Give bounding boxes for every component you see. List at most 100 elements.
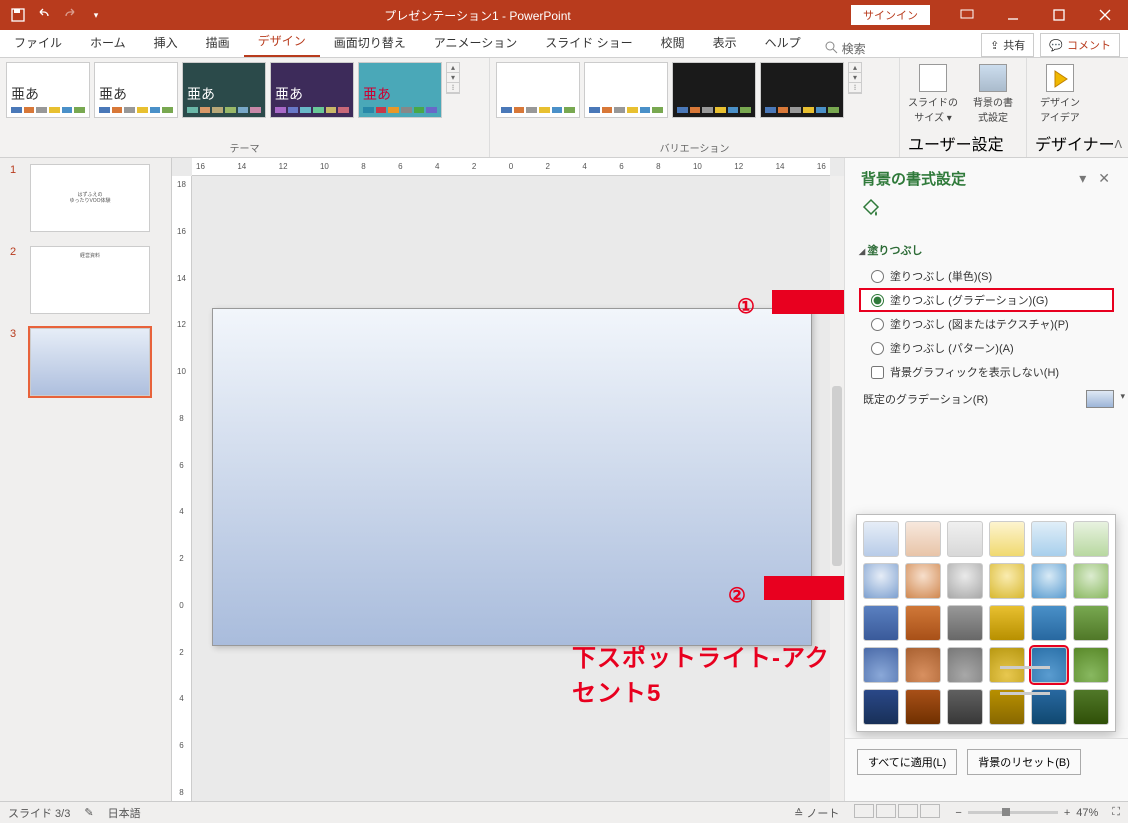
slide-thumb-1[interactable]: はずふえのゆったりVOO体験 (30, 164, 150, 232)
theme-thumb[interactable]: 亜あ (358, 62, 442, 118)
tab-draw[interactable]: 描画 (192, 28, 244, 57)
tab-file[interactable]: ファイル (0, 28, 76, 57)
gradient-preset[interactable] (1073, 563, 1109, 599)
undo-icon[interactable] (36, 7, 52, 23)
pane-close-icon[interactable]: ✕ (1092, 170, 1116, 187)
section-fill[interactable]: 塗りつぶし (859, 234, 1114, 264)
zoom-control[interactable]: − + 47% (955, 807, 1098, 819)
slide-size-button[interactable]: スライドの サイズ ▾ (908, 64, 958, 131)
spellcheck-icon[interactable]: ✎ (84, 806, 93, 819)
fit-window-icon[interactable]: ⛶ (1112, 806, 1120, 819)
variation-gallery-scroll[interactable]: ▴▾⁝ (848, 62, 862, 94)
gradient-preset[interactable] (1031, 605, 1067, 641)
gradient-preset[interactable] (905, 605, 941, 641)
radio-gradient[interactable]: 塗りつぶし (グラデーション)(G) (859, 288, 1114, 312)
format-background-button[interactable]: 背景の書 式設定 (968, 64, 1018, 131)
language-label[interactable]: 日本語 (108, 805, 141, 821)
gradient-preset[interactable] (989, 563, 1025, 599)
variation-thumb[interactable] (760, 62, 844, 118)
gradient-preset[interactable] (1031, 521, 1067, 557)
brightness-slider[interactable] (1000, 692, 1050, 695)
theme-thumb[interactable]: 亜あ (6, 62, 90, 118)
gradient-preset[interactable] (1073, 689, 1109, 725)
gradient-preset[interactable] (863, 689, 899, 725)
share-icon: ⇪ (990, 39, 999, 52)
gradient-preset[interactable] (989, 521, 1025, 557)
tab-transitions[interactable]: 画面切り替え (320, 28, 420, 57)
format-bg-icon (979, 64, 1007, 92)
group-label-themes: テーマ (6, 138, 483, 155)
gradient-preset[interactable] (947, 605, 983, 641)
fill-bucket-icon[interactable] (861, 197, 881, 217)
annotation-arrow-1 (772, 280, 844, 324)
pane-options-icon[interactable]: ▾ (1073, 170, 1092, 187)
tab-design[interactable]: デザイン (244, 26, 320, 57)
collapse-ribbon-icon[interactable]: ᐱ (1114, 138, 1122, 151)
qat-dropdown-icon[interactable]: ▾ (88, 7, 104, 23)
theme-thumb[interactable]: 亜あ (94, 62, 178, 118)
gradient-preset[interactable] (905, 521, 941, 557)
minimize-icon[interactable] (990, 0, 1036, 30)
save-icon[interactable] (10, 7, 26, 23)
variation-thumb[interactable] (584, 62, 668, 118)
tab-animations[interactable]: アニメーション (420, 28, 532, 57)
radio-solid[interactable]: 塗りつぶし (単色)(S) (859, 264, 1114, 288)
notes-button[interactable]: ≙ ノート (794, 805, 839, 821)
slide-thumb-3[interactable] (30, 328, 150, 396)
gradient-preset[interactable] (905, 647, 941, 683)
radio-picture[interactable]: 塗りつぶし (図またはテクスチャ)(P) (859, 312, 1114, 336)
design-ideas-button[interactable]: デザイン アイデア (1035, 64, 1085, 131)
gradient-preset[interactable] (947, 563, 983, 599)
comment-icon: 💬 (1049, 39, 1063, 52)
reset-bg-button[interactable]: 背景のリセット(B) (967, 749, 1081, 775)
window-title: プレゼンテーション1 - PowerPoint (104, 7, 851, 24)
gradient-preset[interactable] (863, 521, 899, 557)
signin-button[interactable]: サインイン (851, 5, 930, 25)
theme-thumb[interactable]: 亜あ (182, 62, 266, 118)
view-buttons[interactable] (853, 804, 941, 821)
close-icon[interactable] (1082, 0, 1128, 30)
gradient-preset[interactable] (1073, 521, 1109, 557)
ribbon-display-icon[interactable] (944, 0, 990, 30)
gradient-preset[interactable] (1073, 647, 1109, 683)
slide-canvas[interactable] (212, 308, 812, 646)
variation-thumb[interactable] (496, 62, 580, 118)
search-box[interactable]: 検索 (815, 40, 876, 57)
slide-counter[interactable]: スライド 3/3 (8, 805, 70, 821)
comment-button[interactable]: 💬コメント (1040, 33, 1120, 57)
gradient-preset[interactable] (863, 647, 899, 683)
gradient-preset-gallery (856, 514, 1116, 732)
tab-review[interactable]: 校閲 (647, 28, 699, 57)
transparency-slider[interactable] (1000, 666, 1050, 669)
tab-slideshow[interactable]: スライド ショー (531, 28, 646, 57)
redo-icon[interactable] (62, 7, 78, 23)
maximize-icon[interactable] (1036, 0, 1082, 30)
gradient-preset[interactable] (1073, 605, 1109, 641)
gradient-preset[interactable] (947, 689, 983, 725)
share-button[interactable]: ⇪共有 (981, 33, 1034, 57)
variation-thumb[interactable] (672, 62, 756, 118)
radio-pattern[interactable]: 塗りつぶし (パターン)(A) (859, 336, 1114, 360)
gradient-preset[interactable] (947, 647, 983, 683)
tab-insert[interactable]: 挿入 (140, 28, 192, 57)
theme-gallery-scroll[interactable]: ▴▾⁝ (446, 62, 460, 94)
horizontal-ruler: 1614121086420246810121416 (192, 158, 830, 176)
status-bar: スライド 3/3 ✎ 日本語 ≙ ノート − + 47% ⛶ (0, 801, 1128, 823)
slide-thumb-2[interactable]: 経営資料 (30, 246, 150, 314)
apply-all-button[interactable]: すべてに適用(L) (857, 749, 957, 775)
preset-gradient-dropdown[interactable] (1086, 390, 1114, 408)
tab-help[interactable]: ヘルプ (751, 28, 815, 57)
tab-view[interactable]: 表示 (699, 28, 751, 57)
format-background-pane: 背景の書式設定 ▾ ✕ 塗りつぶし 塗りつぶし (単色)(S) 塗りつぶし (グ… (844, 158, 1128, 801)
theme-thumb[interactable]: 亜あ (270, 62, 354, 118)
gradient-preset[interactable] (863, 605, 899, 641)
checkbox-hide-bg-graphics[interactable]: 背景グラフィックを表示しない(H) (859, 360, 1114, 384)
gradient-preset[interactable] (1031, 563, 1067, 599)
tab-home[interactable]: ホーム (76, 28, 140, 57)
gradient-preset[interactable] (905, 563, 941, 599)
gradient-preset[interactable] (947, 521, 983, 557)
gradient-preset[interactable] (905, 689, 941, 725)
vertical-ruler: 1816141210864202468 (172, 176, 192, 801)
gradient-preset[interactable] (989, 605, 1025, 641)
gradient-preset[interactable] (863, 563, 899, 599)
